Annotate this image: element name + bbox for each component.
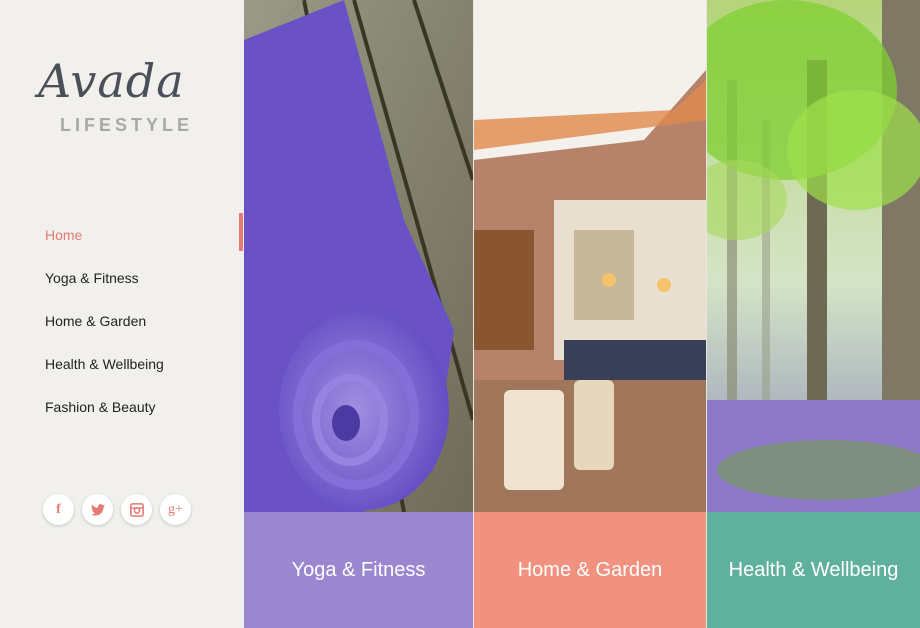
panel-health-wellbeing[interactable]: Health & Wellbeing <box>707 0 920 628</box>
panel-yoga-fitness[interactable]: Yoga & Fitness <box>244 0 473 628</box>
logo-script: Avada <box>38 54 185 108</box>
logo-subtitle: LIFESTYLE <box>60 115 194 135</box>
panel-caption[interactable]: Yoga & Fitness <box>244 512 473 628</box>
site-logo[interactable]: Avada LIFESTYLE <box>38 58 218 143</box>
nav-label: Yoga & Fitness <box>45 269 139 286</box>
instagram-icon[interactable] <box>121 494 152 525</box>
facebook-icon[interactable]: f <box>43 494 74 525</box>
nav-label: Health & Wellbeing <box>45 355 164 372</box>
panel-caption[interactable]: Health & Wellbeing <box>707 512 920 628</box>
main-nav: Home Yoga & Fitness Home & Garden Health… <box>0 213 243 428</box>
nav-label: Fashion & Beauty <box>45 398 156 415</box>
yoga-mat-photo <box>244 0 473 512</box>
nav-label: Home & Garden <box>45 312 147 329</box>
forest-photo <box>707 0 920 512</box>
panel-home-garden[interactable]: Home & Garden <box>474 0 706 628</box>
nav-item-health-wellbeing[interactable]: Health & Wellbeing <box>0 342 243 385</box>
google-plus-icon[interactable]: g+ <box>160 494 191 525</box>
nav-item-yoga-fitness[interactable]: Yoga & Fitness <box>0 256 243 299</box>
panel-caption[interactable]: Home & Garden <box>474 512 706 628</box>
sidebar: Avada LIFESTYLE Home Yoga & Fitness Home… <box>0 0 243 628</box>
twitter-icon[interactable] <box>82 494 113 525</box>
nav-item-home[interactable]: Home <box>0 213 243 256</box>
nav-item-home-garden[interactable]: Home & Garden <box>0 299 243 342</box>
nav-label: Home <box>45 226 83 243</box>
social-links: f g+ <box>43 494 191 525</box>
kitchen-interior-photo <box>474 0 706 512</box>
nav-item-fashion-beauty[interactable]: Fashion & Beauty <box>0 385 243 428</box>
